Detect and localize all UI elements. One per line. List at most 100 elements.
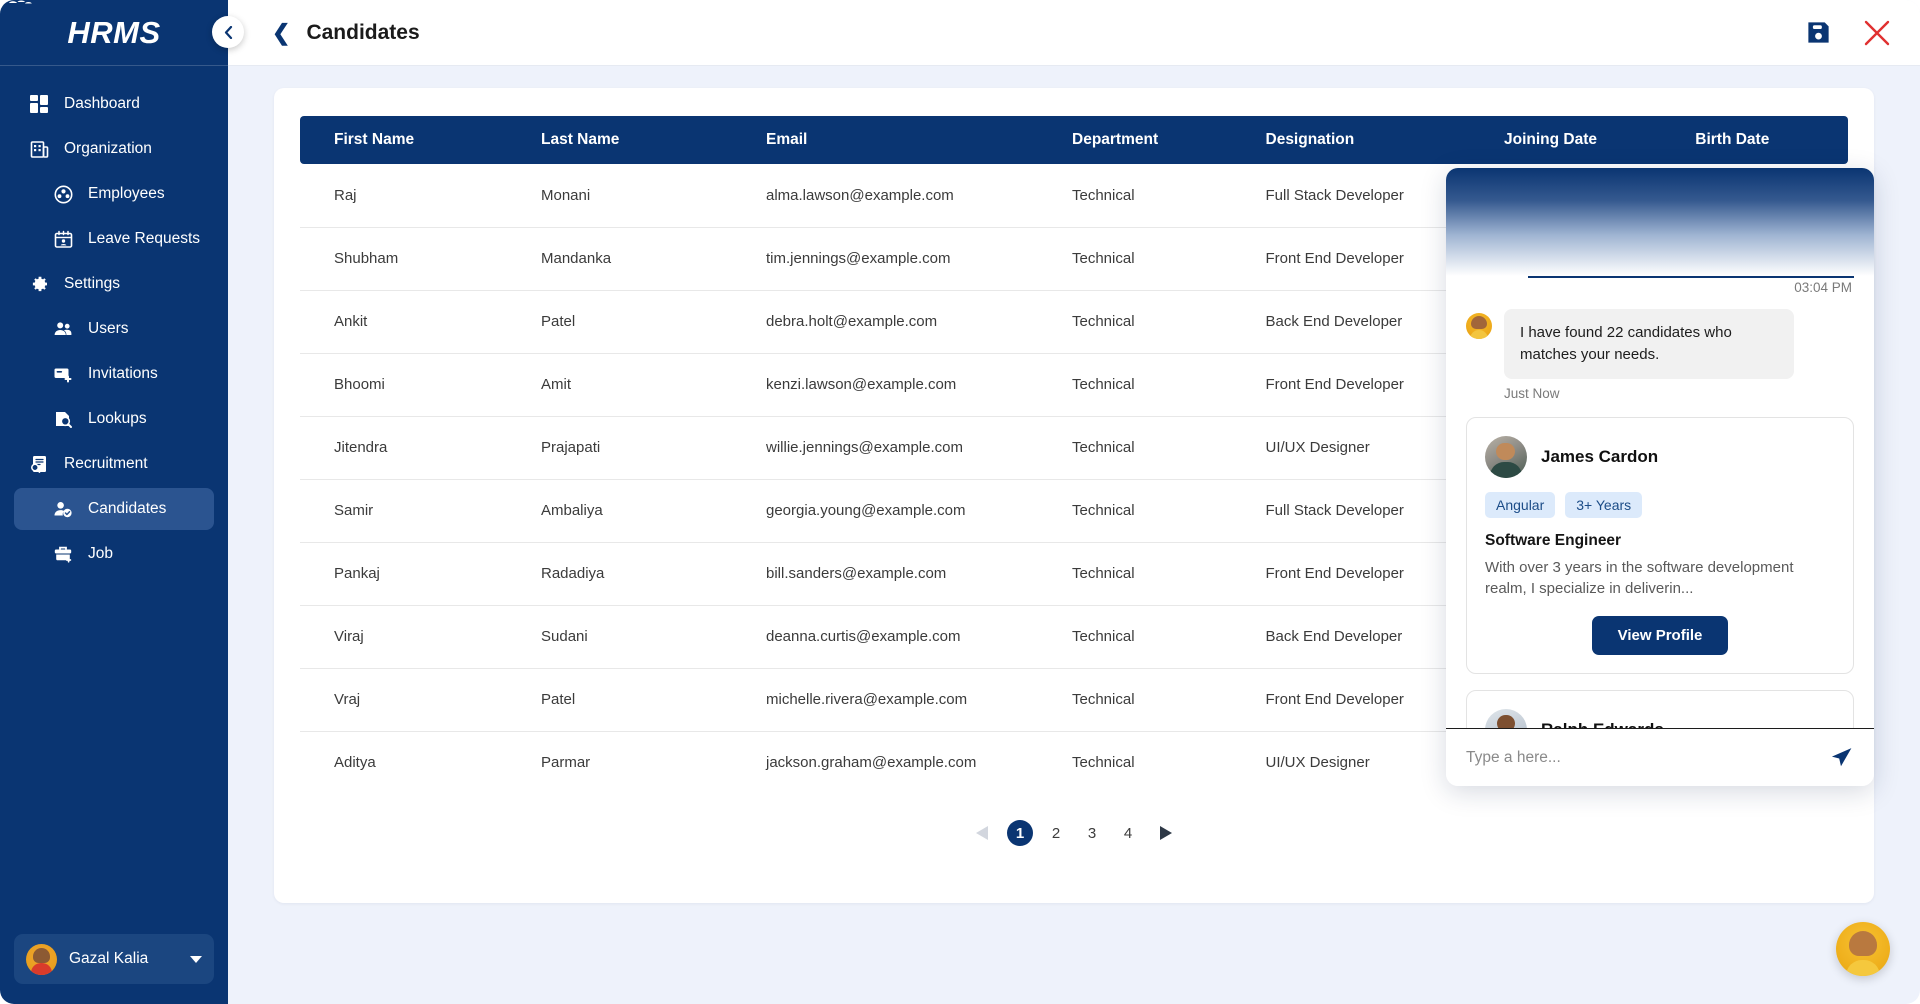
cell-email: jackson.graham@example.com (766, 754, 977, 772)
cell-email: deanna.curtis@example.com (750, 605, 1056, 669)
user-profile-button[interactable]: Gazal Kalia (14, 934, 214, 984)
topbar-actions (1805, 18, 1892, 48)
chevron-down-icon (190, 955, 202, 963)
brand-logo: HRMS (0, 0, 228, 66)
cell-last-name: Mandanka (525, 227, 750, 291)
employees-icon (52, 183, 74, 205)
cell-first-name: Bhoomi (300, 353, 525, 417)
brand-people-icon (9, 0, 32, 4)
cell-first-name: Jitendra (300, 416, 525, 480)
briefcase-icon (52, 543, 74, 565)
column-header-birth-date[interactable]: Birth Date (1679, 116, 1848, 164)
recruitment-icon (28, 453, 50, 475)
sidebar-item-label: Candidates (88, 500, 167, 517)
close-icon (1864, 20, 1890, 45)
save-icon (1808, 22, 1829, 43)
chat-input[interactable] (1466, 748, 1819, 767)
dashboard-icon (28, 93, 50, 115)
cell-first-name: Ankit (300, 290, 525, 354)
pagination-page-3[interactable]: 3 (1079, 820, 1105, 846)
sidebar-item-lookups[interactable]: Lookups (14, 398, 214, 440)
cell-first-name: Pankaj (300, 542, 525, 606)
sidebar-item-leave-requests[interactable]: Leave Requests (14, 218, 214, 260)
sidebar-item-label: Settings (64, 275, 121, 292)
cell-department: Technical (1056, 479, 1250, 543)
cell-first-name: Raj (300, 164, 525, 228)
sidebar: HRMS Dashboard Organization Employees Le… (0, 0, 244, 1004)
cell-last-name: Patel (525, 290, 750, 354)
cell-last-name: Sudani (525, 605, 750, 669)
sidebar-item-invitations[interactable]: Invitations (14, 353, 214, 395)
candidates-icon (52, 498, 74, 520)
cell-email: willie.jennings@example.com (750, 416, 1056, 480)
pagination-prev-button[interactable] (967, 818, 997, 848)
sidebar-item-recruitment[interactable]: Recruitment (14, 443, 214, 485)
triangle-right-icon (1160, 826, 1172, 840)
cell-last-name: Parmar (541, 754, 591, 772)
sidebar-item-dashboard[interactable]: Dashboard (14, 83, 214, 125)
sent-message-bubble (1528, 260, 1854, 278)
save-button[interactable] (1805, 19, 1832, 46)
cell-last-name: Radadiya (525, 542, 750, 606)
table-header: First Name Last Name Email Department De… (300, 116, 1848, 164)
users-icon (52, 318, 74, 340)
column-header-joining-date[interactable]: Joining Date (1488, 116, 1680, 164)
chat-input-bar (1446, 728, 1874, 786)
view-profile-button[interactable]: View Profile (1591, 616, 1729, 656)
sidebar-collapse-button[interactable] (212, 16, 244, 48)
avatar (26, 943, 57, 975)
candidate-description: With over 3 years in the software develo… (1485, 558, 1794, 597)
sidebar-item-settings[interactable]: Settings (14, 263, 214, 305)
candidate-result-card[interactable]: James Cardon Angular 3+ Years Software E… (1466, 416, 1854, 675)
pagination-next-button[interactable] (1151, 818, 1181, 848)
sidebar-item-employees[interactable]: Employees (14, 173, 214, 215)
cell-first-name: Samir (300, 479, 525, 543)
column-header-email[interactable]: Email (750, 116, 1056, 164)
sidebar-item-organization[interactable]: Organization (14, 128, 214, 170)
pagination: 1 2 3 4 (300, 818, 1848, 848)
sidebar-item-label: Employees (88, 185, 165, 202)
pagination-page-2[interactable]: 2 (1043, 820, 1069, 846)
cell-department: Technical (1056, 353, 1250, 417)
cell-first-name: Aditya (334, 754, 376, 772)
assistant-chat-panel: 03:04 PM I have found 22 candidates who … (1446, 168, 1874, 786)
candidate-card-header: Ralph Edwards (1485, 709, 1835, 728)
candidate-card-header: James Cardon (1485, 435, 1835, 478)
sidebar-item-label: Users (88, 320, 129, 337)
candidate-name: Ralph Edwards (1541, 720, 1664, 728)
sidebar-item-job[interactable]: Job (14, 533, 214, 575)
avatar (1485, 435, 1527, 478)
sidebar-nav: Dashboard Organization Employees Leave R… (0, 66, 228, 934)
candidate-result-card[interactable]: Ralph Edwards (1466, 690, 1854, 728)
pagination-page-1[interactable]: 1 (1007, 820, 1033, 846)
sidebar-item-users[interactable]: Users (14, 308, 214, 350)
sidebar-item-label: Leave Requests (88, 230, 201, 247)
candidate-tag: 3+ Years (1565, 491, 1643, 518)
cell-department: Technical (1056, 605, 1250, 669)
bot-message-time: Just Now (1504, 385, 1560, 401)
column-header-department[interactable]: Department (1056, 116, 1250, 164)
column-header-first-name[interactable]: First Name (300, 116, 525, 164)
assistant-fab-button[interactable] (1836, 922, 1890, 976)
lookup-icon (52, 408, 74, 430)
sidebar-item-label: Dashboard (64, 95, 140, 112)
bot-message-text: I have found 22 candidates who matches y… (1504, 309, 1794, 379)
cell-last-name: Prajapati (525, 416, 750, 480)
send-icon (1831, 748, 1852, 767)
cell-email: michelle.rivera@example.com (750, 668, 1056, 732)
candidate-name: James Cardon (1541, 446, 1659, 466)
gear-icon (28, 273, 50, 295)
close-button[interactable] (1862, 18, 1892, 48)
column-header-designation[interactable]: Designation (1249, 116, 1488, 164)
triangle-left-icon (976, 826, 988, 840)
pagination-page-4[interactable]: 4 (1115, 820, 1141, 846)
sidebar-item-candidates[interactable]: Candidates (14, 488, 214, 530)
invitation-icon (52, 363, 74, 385)
sidebar-item-label: Recruitment (64, 455, 148, 472)
column-header-last-name[interactable]: Last Name (525, 116, 750, 164)
back-button[interactable]: ❮ (272, 21, 290, 44)
send-button[interactable] (1829, 745, 1854, 770)
cell-department: Technical (1056, 227, 1250, 291)
cell-department: Technical (1056, 290, 1250, 354)
sidebar-item-label: Organization (64, 140, 152, 157)
